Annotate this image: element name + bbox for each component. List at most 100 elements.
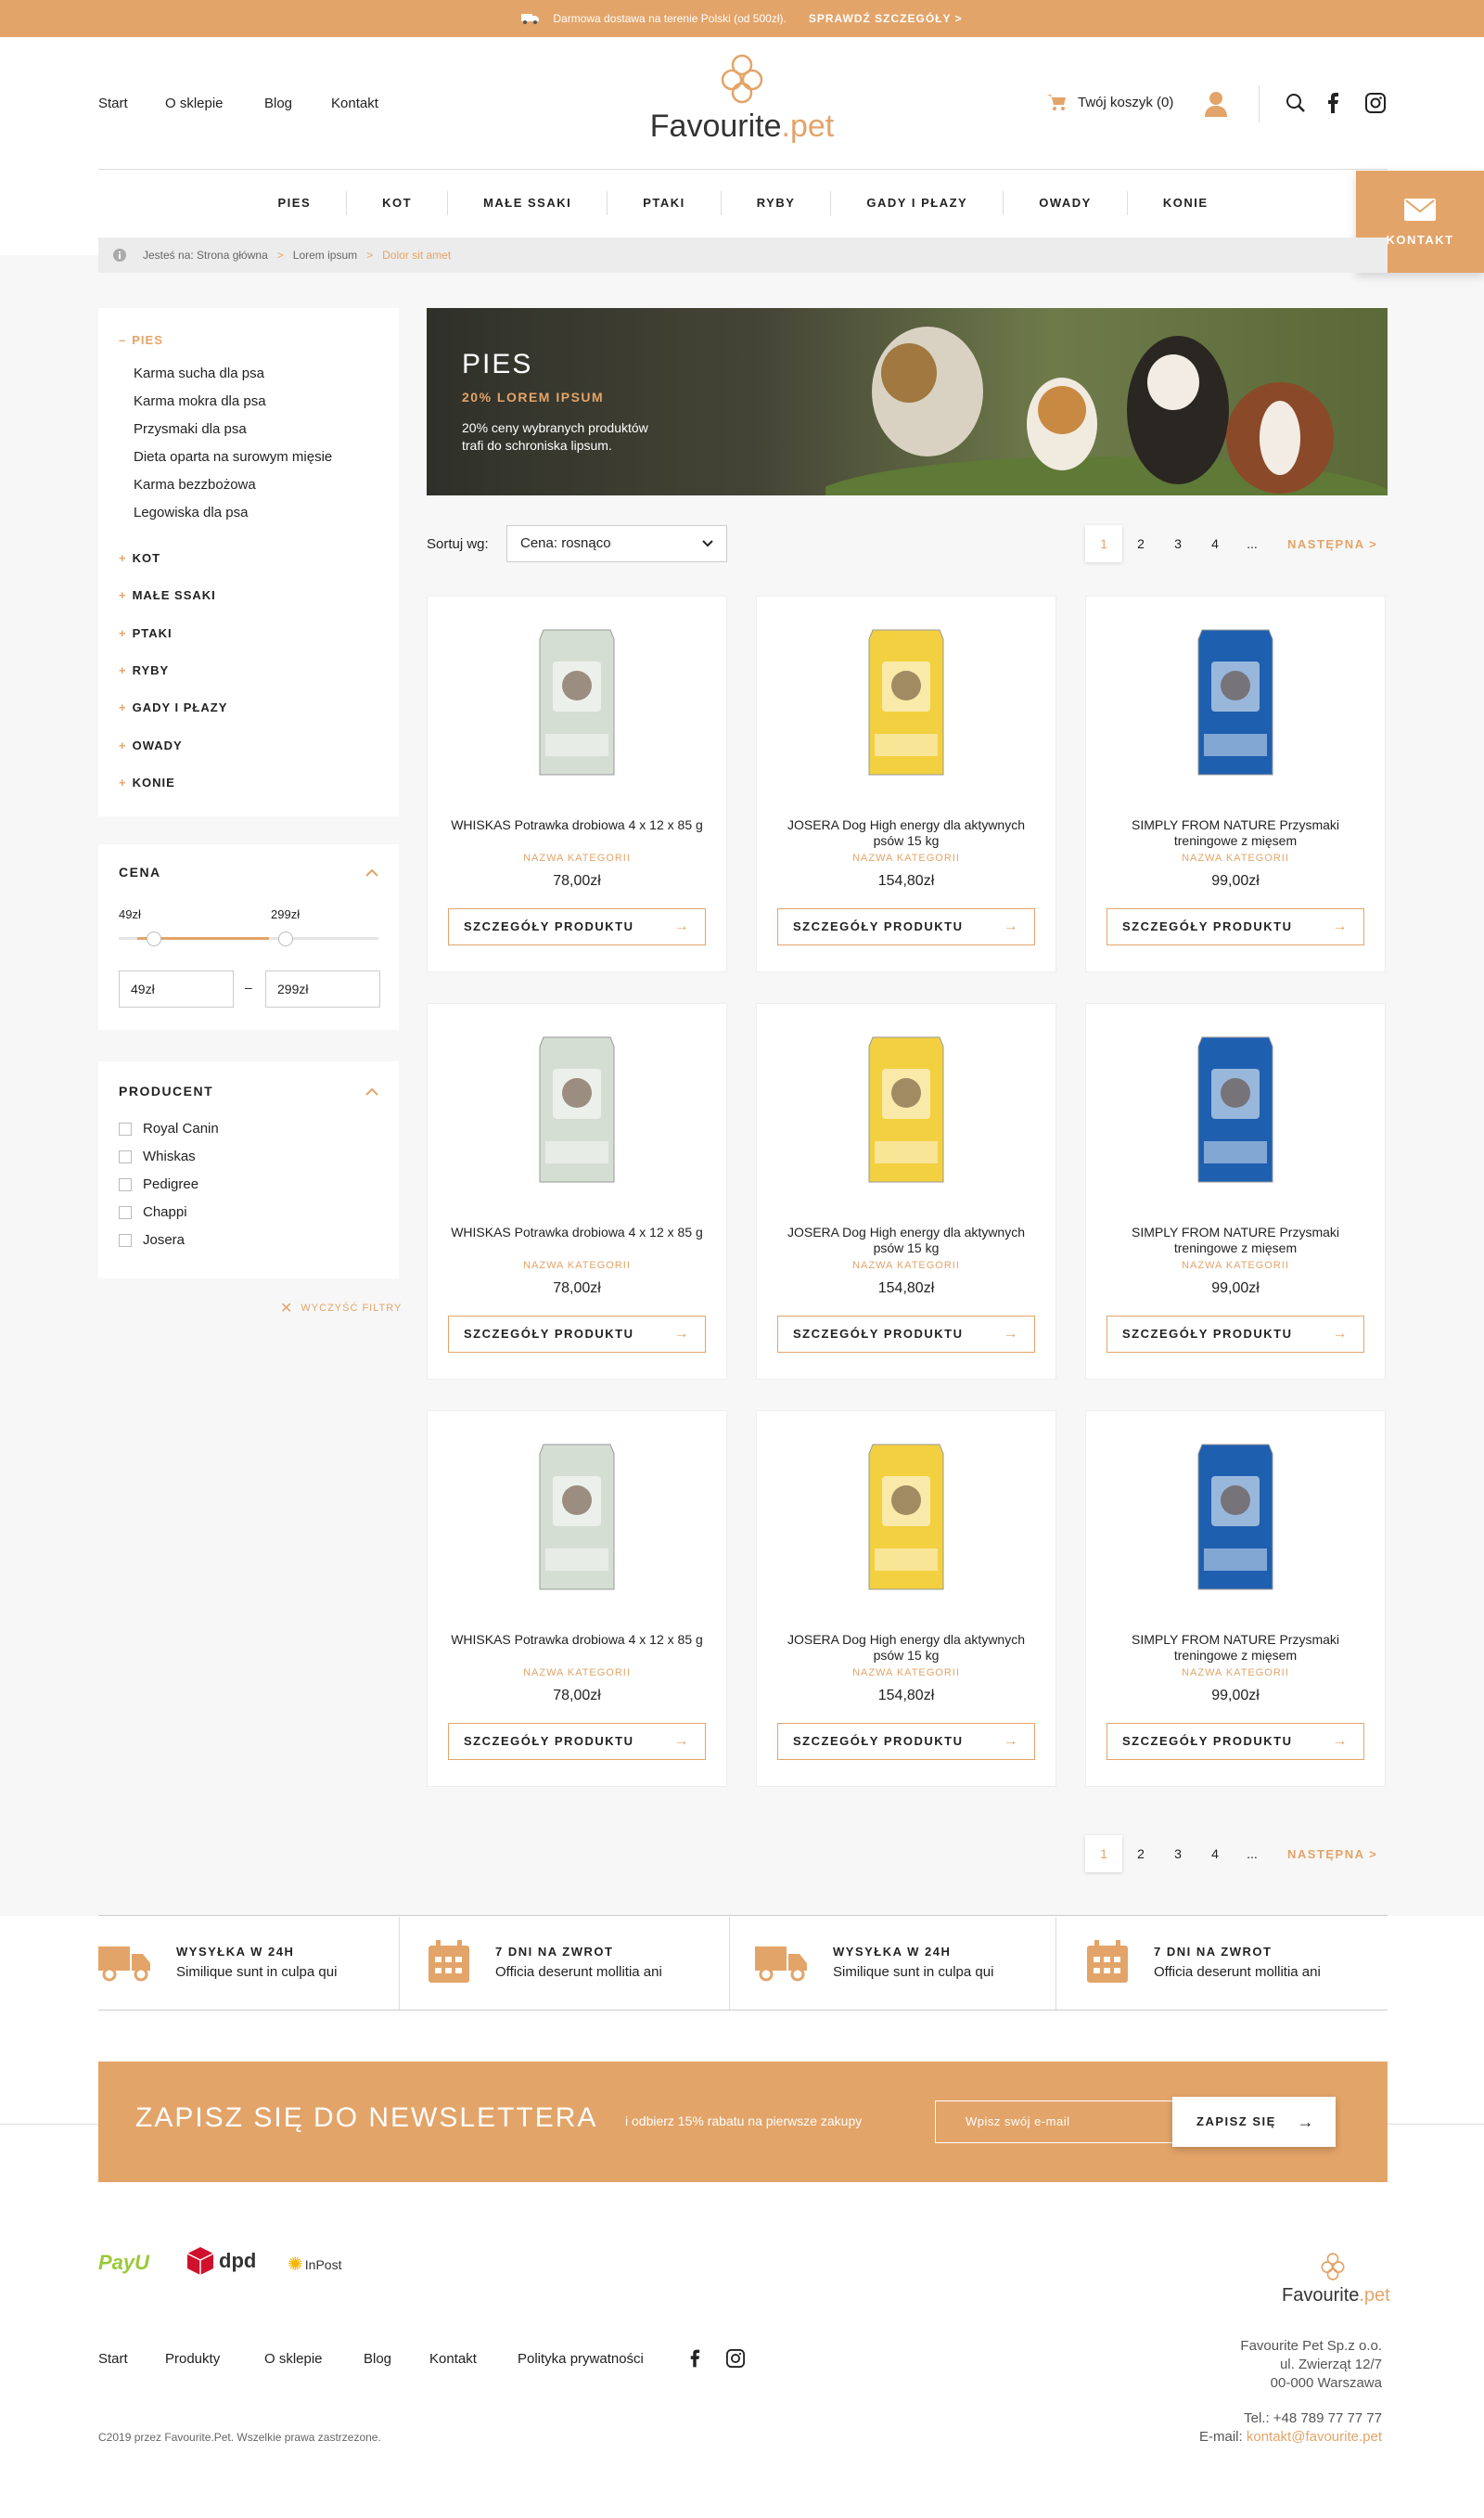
cat-nav-owady[interactable]: OWADY (1004, 191, 1128, 215)
price-max-input[interactable]: 299zł (265, 970, 380, 1008)
product-name[interactable]: WHISKAS Potrawka drobiowa 4 x 12 x 85 g (446, 1225, 708, 1240)
page-4[interactable]: 4 (1196, 525, 1234, 562)
facebook-icon[interactable] (1326, 93, 1339, 113)
product-image[interactable] (1191, 1032, 1280, 1188)
product-name[interactable]: JOSERA Dog High energy dla aktywnych psó… (775, 817, 1037, 849)
user-icon[interactable] (1204, 91, 1228, 117)
product-details-button[interactable]: SZCZEGÓŁY PRODUKTU → (1107, 1723, 1364, 1760)
footer-link-blog[interactable]: Blog (364, 2351, 391, 2367)
search-icon[interactable] (1286, 93, 1306, 113)
product-image[interactable] (862, 1032, 951, 1188)
cat-nav-konie[interactable]: KONIE (1128, 191, 1244, 215)
sort-select[interactable]: Cena: rosnąco (506, 525, 727, 562)
producer-option[interactable]: Royal Canin (119, 1121, 219, 1137)
cat-nav-ptaki[interactable]: PTAKI (608, 191, 722, 215)
product-name[interactable]: JOSERA Dog High energy dla aktywnych psó… (775, 1632, 1037, 1664)
next-page-link[interactable]: NASTĘPNA > (1287, 1847, 1377, 1861)
footer-logo[interactable]: Favourite.pet (1282, 2253, 1390, 2306)
footer-link-kontakt[interactable]: Kontakt (429, 2351, 477, 2367)
product-card[interactable]: JOSERA Dog High energy dla aktywnych psó… (756, 596, 1056, 972)
footer-link-o-sklepie[interactable]: O sklepie (264, 2351, 323, 2367)
breadcrumb-item[interactable]: Lorem ipsum (293, 249, 357, 262)
sidebar-subcat-active[interactable]: Karma mokra dla psa (134, 393, 266, 409)
product-name[interactable]: WHISKAS Potrawka drobiowa 4 x 12 x 85 g (446, 1632, 708, 1648)
product-image[interactable] (532, 624, 621, 780)
clear-filters-button[interactable]: ✕ WYCZYŚĆ FILTRY (280, 1299, 402, 1317)
nav-o-sklepie[interactable]: O sklepie (165, 96, 224, 111)
checkbox[interactable] (119, 1150, 132, 1163)
product-image[interactable] (1191, 624, 1280, 780)
page-3[interactable]: 3 (1159, 525, 1196, 562)
price-slider-max-handle[interactable] (278, 931, 293, 946)
product-details-button[interactable]: SZCZEGÓŁY PRODUKTU → (1107, 908, 1364, 945)
promo-details-link[interactable]: SPRAWDŹ SZCZEGÓŁY > (809, 12, 963, 25)
sidebar-cat-kot[interactable]: + KOT (119, 551, 160, 565)
cart-link[interactable]: Twój koszyk (0) (1046, 93, 1173, 111)
nav-blog[interactable]: Blog (264, 96, 292, 111)
price-slider-min-handle[interactable] (147, 931, 161, 946)
cat-nav-male-ssaki[interactable]: MAŁE SSAKI (448, 191, 608, 215)
logo[interactable]: Favourite.pet (640, 54, 844, 156)
product-details-button[interactable]: SZCZEGÓŁY PRODUKTU → (777, 1316, 1035, 1353)
product-name[interactable]: JOSERA Dog High energy dla aktywnych psó… (775, 1225, 1037, 1256)
producer-option[interactable]: Josera (119, 1232, 185, 1248)
product-name[interactable]: SIMPLY FROM NATURE Przysmaki treningowe … (1105, 817, 1366, 849)
breadcrumb-home[interactable]: Jesteś na: Strona główna (143, 249, 268, 262)
page-1[interactable]: 1 (1085, 1835, 1122, 1872)
sidebar-cat-owady[interactable]: + OWADY (119, 739, 183, 752)
checkbox[interactable] (119, 1122, 132, 1136)
product-name[interactable]: SIMPLY FROM NATURE Przysmaki treningowe … (1105, 1632, 1366, 1664)
cat-nav-kot[interactable]: KOT (347, 191, 449, 215)
page-3[interactable]: 3 (1159, 1835, 1196, 1872)
newsletter-email-input[interactable]: Wpisz swój e-mail (935, 2100, 1176, 2143)
page-4[interactable]: 4 (1196, 1835, 1234, 1872)
product-card[interactable]: JOSERA Dog High energy dla aktywnych psó… (756, 1003, 1056, 1380)
producer-option[interactable]: Pedigree (119, 1176, 198, 1192)
page-1[interactable]: 1 (1085, 525, 1122, 562)
product-card[interactable]: JOSERA Dog High energy dla aktywnych psó… (756, 1410, 1056, 1787)
sidebar-cat-gady[interactable]: + GADY I PŁAZY (119, 700, 227, 714)
next-page-link[interactable]: NASTĘPNA > (1287, 537, 1377, 551)
footer-link-produkty[interactable]: Produkty (165, 2351, 220, 2367)
checkbox[interactable] (119, 1177, 132, 1191)
product-image[interactable] (862, 624, 951, 780)
product-image[interactable] (532, 1032, 621, 1188)
sidebar-cat-male-ssaki[interactable]: + MAŁE SSAKI (119, 588, 216, 602)
product-card[interactable]: SIMPLY FROM NATURE Przysmaki treningowe … (1085, 596, 1386, 972)
product-image[interactable] (532, 1439, 621, 1595)
product-card[interactable]: WHISKAS Potrawka drobiowa 4 x 12 x 85 g N… (427, 1410, 727, 1787)
page-2[interactable]: 2 (1122, 525, 1159, 562)
sidebar-subcat[interactable]: Dieta oparta na surowym mięsie (134, 449, 332, 465)
product-card[interactable]: WHISKAS Potrawka drobiowa 4 x 12 x 85 g N… (427, 596, 727, 972)
nav-start[interactable]: Start (98, 96, 128, 111)
product-image[interactable] (862, 1439, 951, 1595)
newsletter-submit-button[interactable]: ZAPISZ SIĘ → (1172, 2097, 1336, 2147)
product-details-button[interactable]: SZCZEGÓŁY PRODUKTU → (1107, 1316, 1364, 1353)
cat-nav-ryby[interactable]: RYBY (722, 191, 832, 215)
product-card[interactable]: SIMPLY FROM NATURE Przysmaki treningowe … (1085, 1003, 1386, 1380)
product-details-button[interactable]: SZCZEGÓŁY PRODUKTU → (448, 908, 706, 945)
checkbox[interactable] (119, 1205, 132, 1219)
product-details-button[interactable]: SZCZEGÓŁY PRODUKTU → (777, 908, 1035, 945)
chevron-up-icon[interactable] (365, 867, 378, 880)
sidebar-cat-konie[interactable]: + KONIE (119, 776, 175, 790)
footer-link-privacy[interactable]: Polityka prywatności (518, 2351, 644, 2367)
instagram-icon[interactable] (1365, 93, 1386, 113)
sidebar-cat-ryby[interactable]: + RYBY (119, 663, 169, 677)
product-details-button[interactable]: SZCZEGÓŁY PRODUKTU → (777, 1723, 1035, 1760)
facebook-icon[interactable] (689, 2349, 700, 2368)
sidebar-cat-pies[interactable]: – PIES (119, 333, 163, 347)
product-name[interactable]: WHISKAS Potrawka drobiowa 4 x 12 x 85 g (446, 817, 708, 833)
footer-link-start[interactable]: Start (98, 2351, 128, 2367)
sidebar-subcat[interactable]: Karma bezzbożowa (134, 477, 256, 493)
nav-kontakt[interactable]: Kontakt (331, 96, 378, 111)
product-image[interactable] (1191, 1439, 1280, 1595)
sidebar-subcat[interactable]: Przysmaki dla psa (134, 421, 247, 437)
sidebar-cat-ptaki[interactable]: + PTAKI (119, 626, 173, 640)
producer-option[interactable]: Whiskas (119, 1149, 196, 1164)
page-2[interactable]: 2 (1122, 1835, 1159, 1872)
cat-nav-gady[interactable]: GADY I PŁAZY (831, 191, 1004, 215)
chevron-up-icon[interactable] (365, 1086, 378, 1098)
cat-nav-pies[interactable]: PIES (242, 191, 348, 215)
product-details-button[interactable]: SZCZEGÓŁY PRODUKTU → (448, 1723, 706, 1760)
